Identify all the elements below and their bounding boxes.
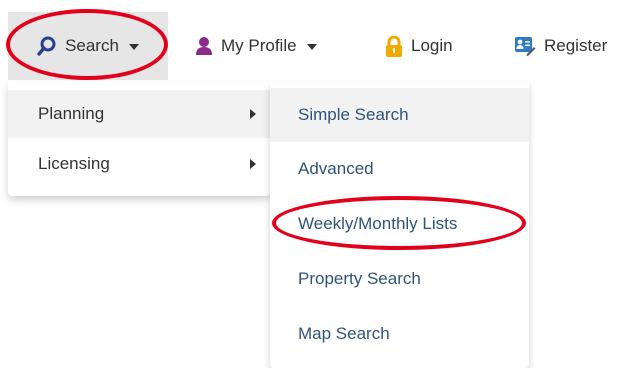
login-link[interactable]: Login <box>385 12 453 80</box>
submenu-item-weekly-monthly-lists[interactable]: Weekly/Monthly Lists <box>270 197 529 251</box>
search-menu-label: Search <box>65 36 119 55</box>
submenu-item-advanced[interactable]: Advanced <box>270 142 529 196</box>
register-icon <box>514 36 536 56</box>
chevron-down-icon <box>128 44 139 50</box>
my-profile-menu-button[interactable]: My Profile <box>195 12 317 80</box>
submenu-item-label: Simple Search <box>298 105 409 124</box>
chevron-down-icon <box>306 44 317 50</box>
submenu-item-map-search[interactable]: Map Search <box>270 307 529 361</box>
submenu-item-label: Advanced <box>298 159 374 178</box>
submenu-item-label: Weekly/Monthly Lists <box>298 214 458 233</box>
chevron-right-icon <box>250 109 256 119</box>
register-label: Register <box>544 36 608 55</box>
user-icon <box>195 36 213 56</box>
search-icon <box>37 36 57 56</box>
top-navbar: Search My Profile Login Register <box>0 0 630 82</box>
submenu-item-label: Map Search <box>298 324 390 343</box>
menu-item-label: Licensing <box>38 154 110 173</box>
menu-item-licensing[interactable]: Licensing <box>8 140 270 188</box>
login-label: Login <box>411 36 453 55</box>
submenu-item-label: Property Search <box>298 269 421 288</box>
submenu-item-property-search[interactable]: Property Search <box>270 252 529 306</box>
chevron-right-icon <box>250 159 256 169</box>
planning-submenu: Simple Search Advanced Weekly/Monthly Li… <box>270 82 529 368</box>
screenshot-stage: Search My Profile Login Register Plannin… <box>0 0 630 368</box>
register-link[interactable]: Register <box>514 12 607 80</box>
submenu-item-simple-search[interactable]: Simple Search <box>270 88 529 142</box>
lock-icon <box>385 35 403 57</box>
menu-item-planning[interactable]: Planning <box>8 90 270 138</box>
my-profile-label: My Profile <box>221 36 297 55</box>
menu-item-label: Planning <box>38 104 105 123</box>
search-dropdown-menu: Planning Licensing <box>8 82 270 196</box>
search-menu-button[interactable]: Search <box>8 12 168 80</box>
